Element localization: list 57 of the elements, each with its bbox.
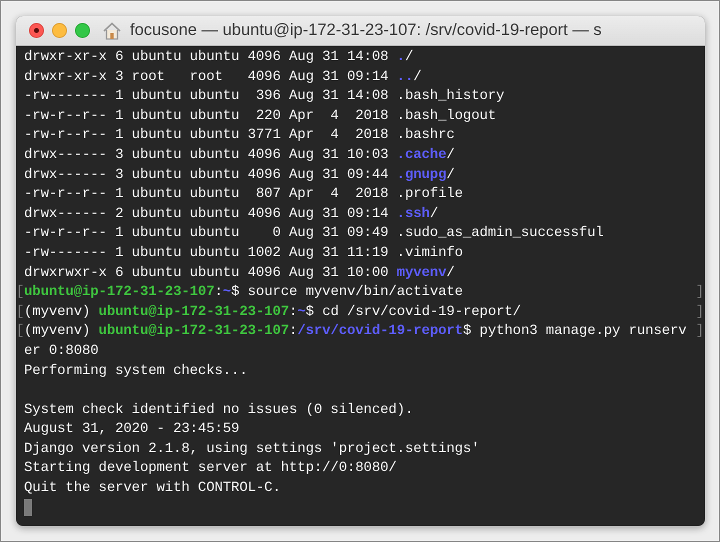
mark-bracket: ] [696,302,704,322]
terminal-text: / [404,49,414,65]
terminal-text: : [214,284,223,300]
terminal-text: : [289,323,298,340]
terminal-text: drwx------ 2 ubuntu ubuntu 4096 Aug 31 09:14 [24,206,390,222]
terminal-text: / [446,264,455,281]
window-title: focusone — ubuntu@ip-172-31-23-107: /srv/covid-19-report — s [130,21,602,40]
terminal-text: / [446,146,455,163]
terminal-text: Quit the server with CONTROL-C. [24,480,281,496]
minimize-button[interactable] [52,23,67,38]
terminal-text: drwx------ 3 ubuntu ubuntu 4096 Aug 31 10:03 [24,146,390,163]
terminal-text: Performing system checks... [24,362,248,378]
zoom-button[interactable] [75,23,90,38]
directory-name: .cache [396,146,446,163]
terminal-text: -rw------- 1 ubuntu ubuntu 1002 Aug 31 11:19 .viminfo [24,244,463,261]
terminal-text: -rw-r--r-- 1 ubuntu ubuntu 0 Aug 31 09:49 .sudo_as_admin_successful [24,225,604,242]
terminal-text: Django version 2.1.8, using settings 'project.settings' [24,440,480,457]
terminal-text: $ cd /srv/covid-19-report/ [306,304,521,320]
house-icon [102,20,122,40]
terminal-text: (myvenv) [24,304,92,320]
terminal-text: drwxr-xr-x 6 ubuntu ubuntu 4096 Aug 31 14:08 [24,49,390,65]
terminal-text: / [430,206,438,222]
mark-bracket: [ [16,302,24,322]
directory-name: .gnupg [396,166,446,183]
prompt-user-host: ubuntu@ip-172-31-23-107 [98,323,290,340]
terminal-text: $ python3 manage.py runserv [462,323,687,340]
terminal-text: System check identified no issues (0 silenced). [24,402,414,418]
text-cursor [24,498,32,516]
terminal-text: drwxrwxr-x 6 ubuntu ubuntu 4096 Aug 31 10:00 [24,264,390,281]
directory-name: ~ [297,304,306,320]
terminal-text: / [446,166,455,183]
directory-name: ~ [222,284,232,300]
directory-name: myvenv [396,264,446,281]
terminal-text: -rw------- 1 ubuntu ubuntu 396 Aug 31 14:08 .bash_history [24,88,504,104]
directory-name: .. [396,68,414,85]
terminal-text: -rw-r--r-- 1 ubuntu ubuntu 807 Apr 4 2018 .profile [24,186,463,202]
directory-name: /srv/covid-19-report [297,323,463,340]
close-button[interactable] [29,23,44,38]
terminal-text: August 31, 2020 - 23:45:59 [24,421,240,438]
terminal-text: drwx------ 3 ubuntu ubuntu 4096 Aug 31 09:44 [24,166,390,183]
terminal-text: (myvenv) [24,323,92,340]
directory-name: . [396,49,405,65]
terminal-text: $ source myvenv/bin/activate [231,284,463,300]
mark-bracket: ] [696,283,704,302]
mark-bracket: [ [16,283,24,302]
terminal-text: er 0:8080 [24,342,99,359]
terminal-text: -rw-r--r-- 1 ubuntu ubuntu 3771 Apr 4 2018 .bashrc [24,127,455,144]
terminal-text: : [289,304,298,320]
terminal-text: drwxr-xr-x 3 root root 4096 Aug 31 09:14 [24,68,390,85]
directory-name: .ssh [396,206,430,222]
terminal-text: / [413,68,422,85]
prompt-user-host: ubuntu@ip-172-31-23-107 [98,304,290,320]
mark-bracket: ] [696,322,704,342]
terminal-text: -rw-r--r-- 1 ubuntu ubuntu 220 Apr 4 2018 .bash_logout [24,108,496,124]
mark-bracket: [ [16,322,24,342]
terminal-text: Starting development server at http://0:8080/ [24,460,397,476]
prompt-user-host: ubuntu@ip-172-31-23-107 [24,284,214,300]
